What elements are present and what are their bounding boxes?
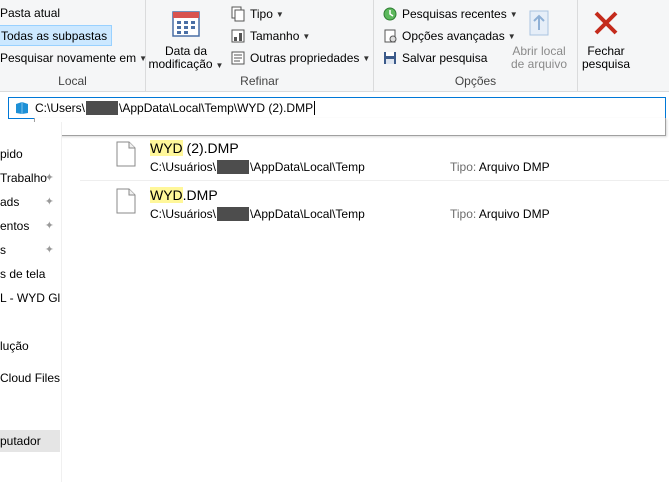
nav-item[interactable]: pido bbox=[0, 143, 60, 165]
nav-item[interactable]: s de tela bbox=[0, 263, 60, 285]
all-subfolders-button[interactable]: Todas as subpastas bbox=[0, 25, 113, 46]
address-suffix: \AppData\Local\Temp\WYD (2).DMP bbox=[119, 100, 314, 115]
result-path: C:\Usuários\ \AppData\Local\Temp bbox=[150, 160, 365, 174]
nav-item-this-pc[interactable]: putador bbox=[0, 430, 60, 452]
advanced-options-button[interactable]: Opções avançadas ▼ bbox=[378, 26, 520, 46]
type-icon bbox=[231, 6, 245, 22]
text-cursor bbox=[314, 101, 316, 116]
open-location-label-2: de arquivo bbox=[510, 57, 568, 71]
advanced-options-icon bbox=[384, 29, 397, 43]
nav-item[interactable]: lução bbox=[0, 335, 60, 357]
search-result-item[interactable]: WYD.DMP C:\Usuários\ \AppData\Local\Temp … bbox=[80, 185, 669, 227]
save-search-label: Salvar pesquisa bbox=[402, 51, 488, 65]
result-filename: WYD.DMP bbox=[150, 187, 218, 203]
search-again-label: Pesquisar novamente em bbox=[0, 51, 137, 65]
address-bar[interactable]: C:\Users\ \AppData\Local\Temp\WYD (2).DMP bbox=[8, 97, 666, 119]
nav-item[interactable]: entos ✦ bbox=[0, 215, 60, 237]
result-type: Tipo: Arquivo DMP bbox=[450, 160, 550, 174]
calendar-icon bbox=[172, 11, 200, 37]
all-subfolders-label: Todas as subpastas bbox=[1, 28, 108, 43]
open-location-icon bbox=[529, 10, 549, 36]
result-path: C:\Usuários\ \AppData\Local\Temp bbox=[150, 207, 365, 221]
open-file-location-button[interactable]: Abrir local de arquivo bbox=[506, 8, 572, 71]
nav-item[interactable]: s ✦ bbox=[0, 239, 60, 261]
save-icon bbox=[384, 52, 396, 64]
ribbon-group-local: Pasta atual Todas as subpastas Pesquisar… bbox=[0, 0, 147, 92]
date-modified-label-2: modificação bbox=[148, 57, 213, 71]
other-properties-button[interactable]: Outras propriedades ▼ bbox=[226, 48, 374, 68]
search-highlight: WYD bbox=[150, 187, 183, 203]
search-result-item[interactable]: WYD (2).DMP C:\Usuários\ \AppData\Local\T… bbox=[80, 138, 669, 180]
address-autosuggest-dropdown[interactable] bbox=[34, 118, 666, 136]
group-label-options: Opções bbox=[454, 74, 497, 88]
size-button[interactable]: Tamanho ▼ bbox=[226, 26, 314, 46]
group-label-refine: Refinar bbox=[240, 74, 279, 88]
close-icon bbox=[594, 11, 618, 35]
pin-icon: ✦ bbox=[44, 196, 54, 208]
properties-icon bbox=[231, 51, 245, 65]
recent-searches-button[interactable]: Pesquisas recentes ▼ bbox=[378, 4, 522, 24]
result-type: Tipo: Arquivo DMP bbox=[450, 207, 550, 221]
file-icon bbox=[116, 188, 136, 214]
chevron-down-icon: ▼ bbox=[215, 61, 224, 70]
pin-icon: ✦ bbox=[44, 220, 54, 232]
location-icon bbox=[16, 102, 28, 114]
close-search-button[interactable]: Fechar pesquisa bbox=[580, 8, 632, 71]
ribbon-group-refine: Data da modificação ▼ Tipo ▼ Tamanho ▼ Ou… bbox=[146, 0, 374, 92]
nav-item[interactable]: Cloud Files bbox=[0, 367, 60, 389]
redacted-username bbox=[217, 207, 250, 221]
current-folder-label: Pasta atual bbox=[0, 6, 61, 20]
other-properties-label: Outras propriedades bbox=[250, 51, 360, 65]
current-folder-button[interactable]: Pasta atual bbox=[0, 3, 64, 23]
result-filename: WYD (2).DMP bbox=[150, 140, 239, 156]
navigation-pane: pido Trabalho ✦ ads ✦ entos ✦ s ✦ s de tela … bbox=[0, 122, 62, 482]
address-text[interactable]: C:\Users\ \AppData\Local\Temp\WYD (2).DMP bbox=[35, 100, 316, 116]
close-search-label-2: pesquisa bbox=[581, 57, 631, 71]
ribbon-group-options: Pesquisas recentes ▼ Opções avançadas ▼ … bbox=[374, 0, 578, 92]
save-search-button[interactable]: Salvar pesquisa bbox=[378, 48, 491, 68]
redacted-username bbox=[86, 100, 119, 115]
recent-searches-label: Pesquisas recentes bbox=[402, 7, 507, 21]
ribbon: Pasta atual Todas as subpastas Pesquisar… bbox=[0, 0, 669, 92]
size-label: Tamanho bbox=[250, 29, 300, 43]
search-highlight: WYD bbox=[150, 140, 183, 156]
chevron-down-icon: ▼ bbox=[362, 53, 371, 63]
redacted-username bbox=[217, 160, 250, 174]
search-again-button[interactable]: Pesquisar novamente em ▼ bbox=[0, 48, 151, 68]
address-prefix: C:\Users\ bbox=[35, 100, 86, 115]
pin-icon: ✦ bbox=[44, 244, 54, 256]
chevron-down-icon: ▼ bbox=[275, 9, 284, 19]
recent-searches-icon bbox=[383, 7, 397, 21]
group-label-local: Local bbox=[58, 74, 87, 88]
nav-item[interactable]: ads ✦ bbox=[0, 191, 60, 213]
size-icon bbox=[231, 29, 245, 43]
nav-item[interactable]: Trabalho ✦ bbox=[0, 167, 60, 189]
nav-item[interactable]: L - WYD Glob bbox=[0, 287, 60, 309]
date-modified-button[interactable]: Data da modificação ▼ bbox=[148, 8, 224, 72]
type-label: Tipo bbox=[250, 7, 273, 21]
result-divider bbox=[80, 180, 669, 181]
chevron-down-icon: ▼ bbox=[302, 31, 311, 41]
type-button[interactable]: Tipo ▼ bbox=[226, 4, 288, 24]
file-icon bbox=[116, 141, 136, 167]
advanced-options-label: Opções avançadas bbox=[402, 29, 505, 43]
pin-icon: ✦ bbox=[44, 172, 54, 184]
